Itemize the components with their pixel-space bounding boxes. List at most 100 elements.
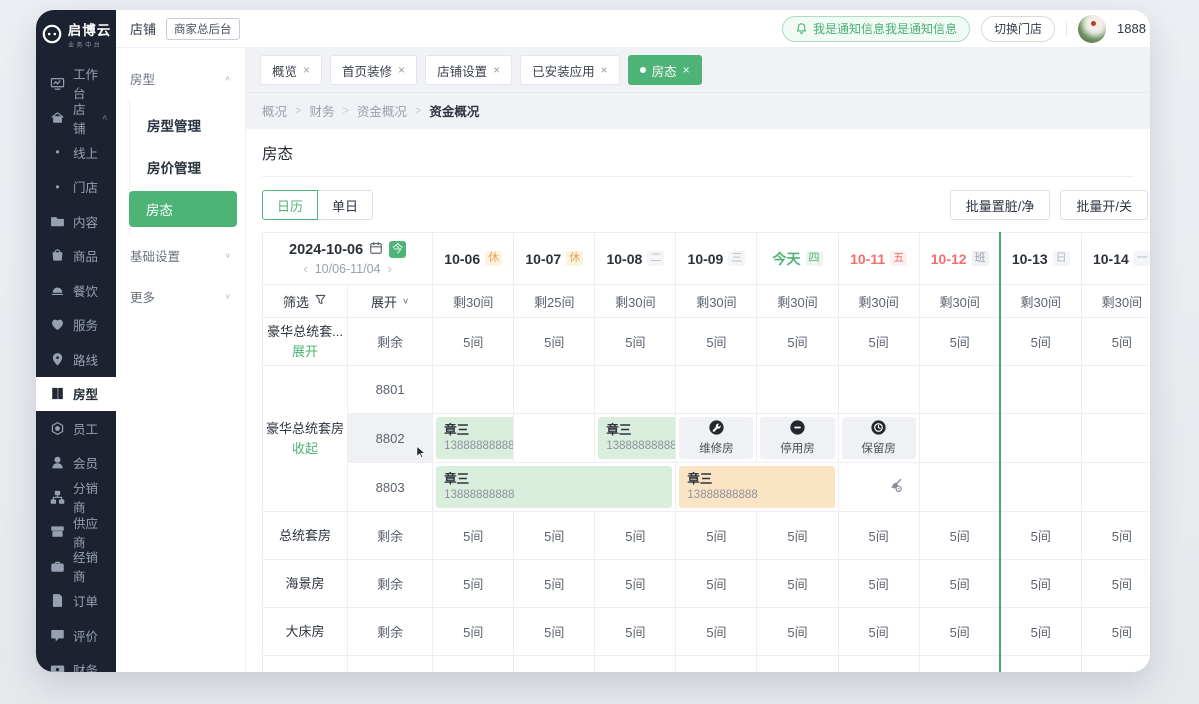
- sidebar-item-workbench[interactable]: 工作台: [36, 66, 116, 101]
- room-status-block[interactable]: 维修房: [679, 417, 753, 459]
- available-count-cell[interactable]: 5间: [433, 560, 514, 608]
- available-count-cell[interactable]: 5间: [514, 560, 595, 608]
- sidebar-item-review[interactable]: 评价: [36, 618, 116, 653]
- available-count-cell[interactable]: 5间: [1081, 512, 1150, 560]
- available-count-cell[interactable]: 5间: [595, 318, 676, 366]
- avatar[interactable]: [1078, 15, 1106, 43]
- available-count-cell[interactable]: 5间: [838, 318, 919, 366]
- expand-room-type-link[interactable]: 展开: [263, 342, 347, 362]
- day-header-10-12[interactable]: 10-12班: [919, 233, 1000, 285]
- available-count-cell[interactable]: 5间: [1081, 318, 1150, 366]
- submenu-group-roomtype[interactable]: 房型∧: [116, 58, 245, 99]
- empty-day-cell[interactable]: [514, 414, 595, 463]
- filter-cell[interactable]: 筛选: [263, 285, 348, 318]
- booking-block[interactable]: 章三13888888888: [436, 466, 672, 508]
- tab-overview[interactable]: 概览×: [260, 55, 322, 85]
- booking-block[interactable]: 章三13888888888: [436, 417, 514, 459]
- available-count-cell[interactable]: 5间: [595, 560, 676, 608]
- empty-day-cell[interactable]: [433, 366, 514, 414]
- close-icon[interactable]: ×: [683, 63, 690, 77]
- available-count-cell[interactable]: 5间: [757, 512, 838, 560]
- view-single-day-button[interactable]: 单日: [317, 190, 373, 220]
- available-count-cell[interactable]: 5间: [1000, 560, 1081, 608]
- sidebar-item-staff[interactable]: 员工: [36, 411, 116, 446]
- close-icon[interactable]: ×: [303, 63, 310, 77]
- empty-day-cell[interactable]: [676, 366, 757, 414]
- day-header-10-09[interactable]: 10-09三: [676, 233, 757, 285]
- day-header-10-07[interactable]: 10-07休: [514, 233, 595, 285]
- room-number-cell[interactable]: 8802: [348, 414, 433, 463]
- breadcrumb-item[interactable]: 财务: [309, 101, 334, 120]
- bulk-dirty-clean-button[interactable]: 批量置脏/净: [950, 190, 1051, 220]
- day-header-10-06[interactable]: 10-06休: [433, 233, 514, 285]
- booking-cell[interactable]: 章三13888888888: [433, 414, 514, 463]
- available-count-cell[interactable]: 5间: [595, 512, 676, 560]
- sidebar-item-service[interactable]: 服务: [36, 308, 116, 343]
- status-cell[interactable]: 保留房: [838, 414, 919, 463]
- available-count-cell[interactable]: 5间: [1000, 656, 1081, 673]
- sidebar-item-shop[interactable]: 店铺∧: [36, 101, 116, 136]
- available-count-cell[interactable]: 5间: [838, 608, 919, 656]
- empty-day-cell[interactable]: [1000, 366, 1081, 414]
- available-count-cell[interactable]: 5间: [514, 318, 595, 366]
- sidebar-item-goods[interactable]: 商品: [36, 239, 116, 274]
- empty-day-cell[interactable]: [919, 414, 1000, 463]
- room-number-cell[interactable]: 8803: [348, 463, 433, 512]
- submenu-item-roomstatus[interactable]: 房态: [129, 191, 237, 227]
- tab-installed-apps[interactable]: 已安装应用×: [520, 55, 620, 85]
- empty-day-cell[interactable]: [1000, 463, 1081, 512]
- notification-pill[interactable]: 我是通知信息我是通知信息: [782, 16, 970, 42]
- switch-store-button[interactable]: 切换门店: [981, 16, 1055, 42]
- room-status-block[interactable]: 保留房: [842, 417, 916, 459]
- sidebar-item-order[interactable]: 订单: [36, 584, 116, 619]
- empty-day-cell[interactable]: [838, 366, 919, 414]
- available-count-cell[interactable]: 5间: [676, 512, 757, 560]
- close-icon[interactable]: ×: [601, 63, 608, 77]
- booking-block[interactable]: 章三13888888888: [598, 417, 676, 459]
- available-count-cell[interactable]: 5间: [433, 512, 514, 560]
- available-count-cell[interactable]: 5间: [595, 656, 676, 673]
- booking-cell[interactable]: 章三13888888888: [595, 414, 676, 463]
- filter-control[interactable]: 筛选: [263, 292, 347, 311]
- empty-day-cell[interactable]: [1081, 414, 1150, 463]
- available-count-cell[interactable]: 5间: [1000, 318, 1081, 366]
- available-count-cell[interactable]: 5间: [1000, 512, 1081, 560]
- room-number-cell[interactable]: 8801: [348, 366, 433, 414]
- tab-home-decor[interactable]: 首页装修×: [330, 55, 417, 85]
- status-cell[interactable]: 停用房: [757, 414, 838, 463]
- sidebar-item-finance[interactable]: 财务: [36, 653, 116, 673]
- available-count-cell[interactable]: 5间: [676, 608, 757, 656]
- submenu-item-roomtype-manage[interactable]: 房型管理: [130, 107, 237, 143]
- tab-room-status[interactable]: 房态×: [628, 55, 702, 85]
- tab-shop-settings[interactable]: 店铺设置×: [425, 55, 512, 85]
- available-count-cell[interactable]: 5间: [838, 560, 919, 608]
- sidebar-item-route[interactable]: 路线: [36, 342, 116, 377]
- close-icon[interactable]: ×: [493, 63, 500, 77]
- available-count-cell[interactable]: 5间: [1081, 656, 1150, 673]
- breadcrumb-item[interactable]: 概况: [262, 101, 287, 120]
- empty-day-cell[interactable]: [1081, 463, 1150, 512]
- available-count-cell[interactable]: 5间: [433, 318, 514, 366]
- expand-cell[interactable]: 展开∨: [348, 285, 433, 318]
- sidebar-item-store[interactable]: •门店: [36, 170, 116, 205]
- sidebar-item-member[interactable]: 会员: [36, 446, 116, 481]
- sidebar-item-content[interactable]: 内容: [36, 204, 116, 239]
- available-count-cell[interactable]: 5间: [595, 608, 676, 656]
- available-count-cell[interactable]: 5间: [757, 318, 838, 366]
- available-count-cell[interactable]: 5间: [1000, 608, 1081, 656]
- sidebar-item-roomtype[interactable]: 房型: [36, 377, 116, 412]
- today-badge[interactable]: 今: [389, 241, 406, 258]
- prev-range-arrow-icon[interactable]: ‹: [303, 261, 307, 276]
- expand-control[interactable]: 展开∨: [348, 292, 432, 311]
- available-count-cell[interactable]: 5间: [919, 512, 1000, 560]
- empty-day-cell[interactable]: [757, 366, 838, 414]
- empty-day-cell[interactable]: [919, 366, 1000, 414]
- submenu-item-roomprice-manage[interactable]: 房价管理: [130, 149, 237, 185]
- booking-cell[interactable]: 章三13888888888: [433, 463, 676, 512]
- booking-cell[interactable]: 章三13888888888: [676, 463, 838, 512]
- available-count-cell[interactable]: 5间: [433, 608, 514, 656]
- sidebar-item-supplier[interactable]: 供应商: [36, 515, 116, 550]
- status-cell[interactable]: 维修房: [676, 414, 757, 463]
- available-count-cell[interactable]: 5间: [514, 608, 595, 656]
- available-count-cell[interactable]: 5间: [757, 656, 838, 673]
